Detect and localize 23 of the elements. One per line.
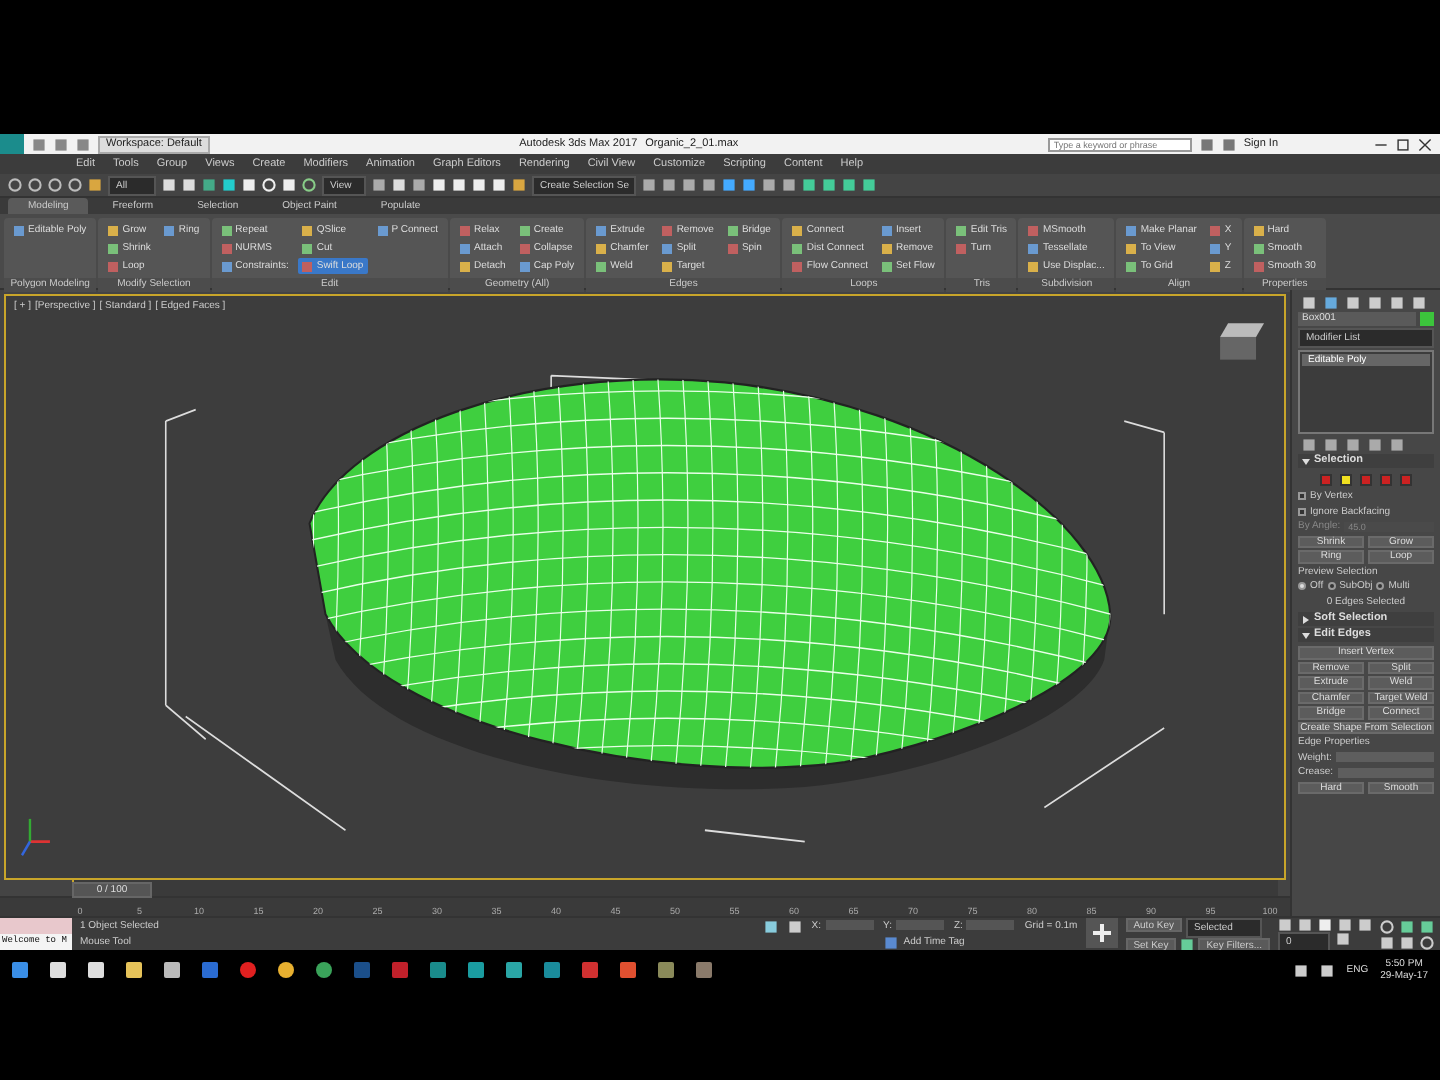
maximize-icon[interactable] xyxy=(1396,137,1410,151)
tool-icon xyxy=(14,225,24,235)
tool-icon xyxy=(164,225,175,235)
axis-gizmo-icon xyxy=(20,818,50,856)
close-icon[interactable] xyxy=(1418,137,1432,151)
expand-arrow-icon[interactable] xyxy=(1302,615,1310,623)
taskbar-app-icon[interactable] xyxy=(240,962,256,978)
collapse-arrow-icon[interactable] xyxy=(1302,457,1310,465)
new-key-icon[interactable] xyxy=(1085,918,1118,948)
subobject-icon[interactable] xyxy=(1340,474,1352,486)
checkbox[interactable] xyxy=(1298,507,1306,516)
toolbar-icon[interactable] xyxy=(1199,137,1214,151)
taskbar-app-icon[interactable] xyxy=(316,962,332,978)
radio-button[interactable] xyxy=(1376,582,1385,591)
radio-button[interactable] xyxy=(1327,582,1336,591)
viewcube-icon[interactable] xyxy=(1220,323,1265,360)
object-color-swatch[interactable] xyxy=(1420,312,1434,326)
script-listener-field[interactable] xyxy=(0,918,72,934)
taskbar-app-icon[interactable] xyxy=(278,962,294,978)
checkbox[interactable] xyxy=(1298,492,1306,501)
collapse-arrow-icon[interactable] xyxy=(1302,631,1310,639)
tool-icon xyxy=(377,225,388,235)
radio-button[interactable] xyxy=(1298,582,1306,591)
